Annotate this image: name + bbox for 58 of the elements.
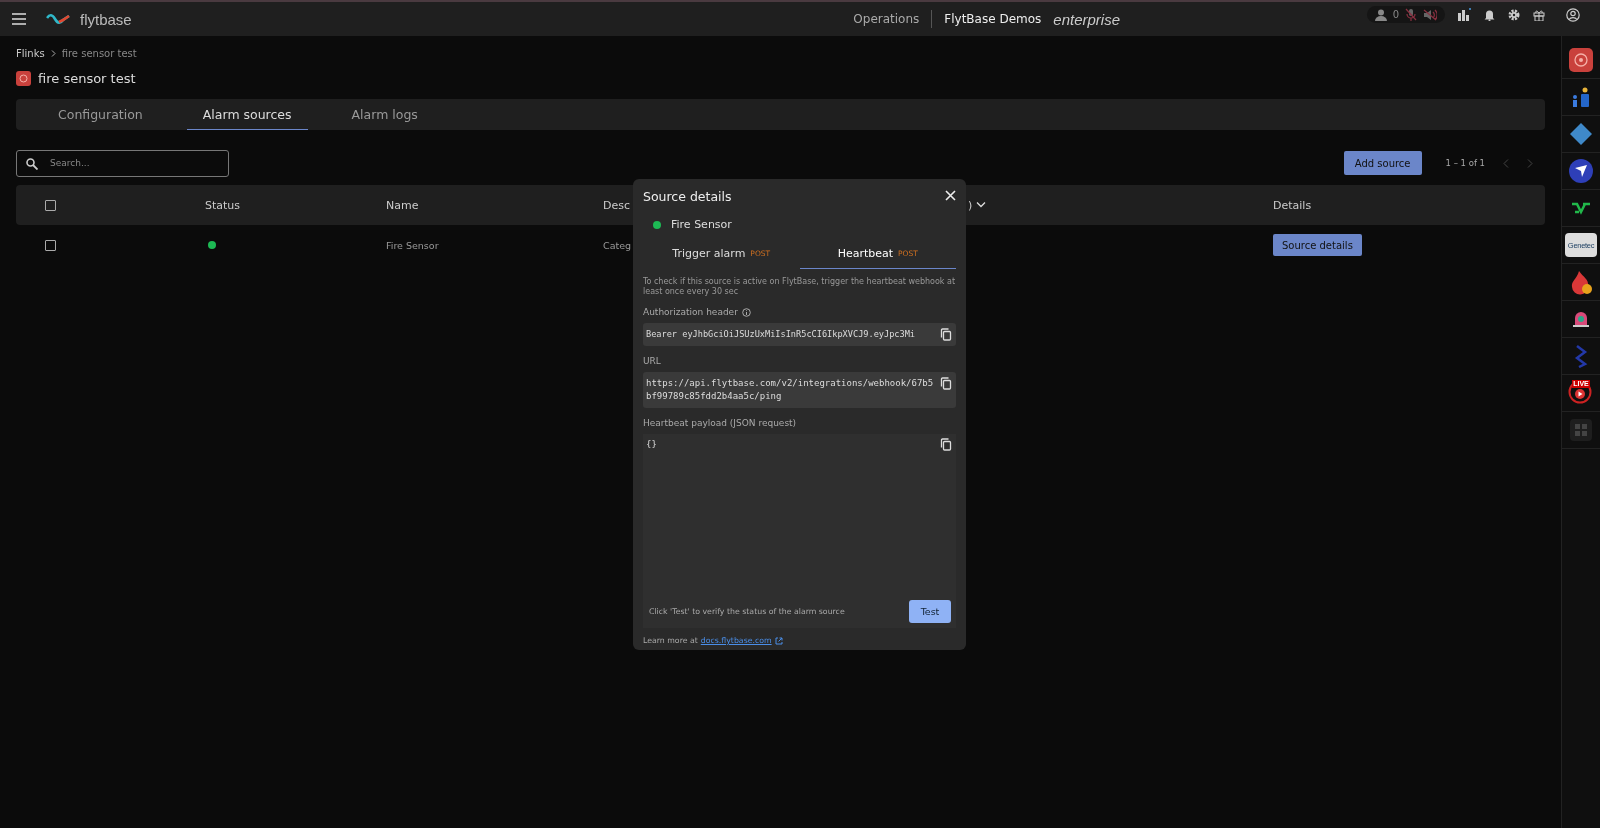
source-name: Fire Sensor [671, 218, 732, 231]
settings-icon[interactable] [1508, 8, 1520, 21]
organization-name[interactable]: FlytBase Demos [944, 12, 1042, 26]
copy-icon[interactable] [940, 377, 952, 390]
alarm-source-icon [16, 71, 31, 86]
wave-logo-icon [46, 13, 70, 25]
operations-link[interactable]: Operations [853, 12, 920, 26]
field-label: Authorization header [643, 307, 738, 317]
help-text: To check if this source is active on FlytBase, trigger the heartbeat webhook at least once every 30 sec [643, 277, 956, 297]
column-header: Details [1273, 198, 1313, 212]
chevron-down-icon[interactable] [976, 202, 987, 208]
breadcrumb-current: fire sensor test [61, 48, 137, 59]
info-icon[interactable] [741, 307, 751, 317]
flame-app-icon[interactable] [1569, 269, 1593, 295]
people-app-icon[interactable] [1570, 86, 1592, 108]
column-header: Status [205, 198, 242, 212]
field-label: Heartbeat payload (JSON request) [643, 418, 797, 428]
speaker-off-icon[interactable] [1423, 8, 1437, 21]
payload-field[interactable]: {} [646, 438, 936, 451]
source-details-button[interactable]: Source details [1273, 234, 1362, 256]
bell-icon[interactable] [1484, 8, 1495, 21]
menu-icon[interactable] [12, 13, 26, 25]
pagination-range: 1 – 1 of 1 [1445, 158, 1485, 168]
search-field[interactable]: Search... [16, 149, 229, 177]
status-pill[interactable]: 0 [1366, 6, 1445, 23]
account-icon[interactable] [1566, 7, 1580, 22]
user-count: 0 [1392, 9, 1399, 20]
table-cell-text: Categ [603, 239, 633, 251]
chart-icon[interactable] [1458, 8, 1471, 21]
gift-icon[interactable] [1533, 8, 1545, 21]
search-icon [26, 157, 38, 170]
wave-app-icon[interactable] [1571, 201, 1591, 215]
plan-name: enterprise [1053, 10, 1120, 28]
tab[interactable]: Alarm sources [186, 99, 308, 130]
select-all-checkbox[interactable] [45, 199, 56, 211]
tab[interactable]: Alarm logs [335, 99, 434, 130]
dialog-title: Source details [643, 189, 732, 204]
mic-off-icon[interactable] [1405, 8, 1417, 21]
brand-name: flytbase [80, 10, 132, 28]
table-cell-text: Fire Sensor [386, 239, 440, 251]
column-header: Name [386, 198, 420, 212]
test-button[interactable]: Test [909, 600, 951, 623]
row-checkbox[interactable] [45, 239, 56, 251]
user-icon [1374, 8, 1387, 21]
copy-icon[interactable] [940, 438, 952, 451]
external-link-icon[interactable] [774, 636, 783, 645]
add-source-button[interactable]: Add source [1343, 151, 1422, 175]
breadcrumb-link[interactable]: Flinks [16, 48, 45, 59]
tab[interactable]: Configuration [42, 99, 159, 130]
field-label: URL [643, 356, 661, 366]
page-title: fire sensor test [38, 71, 136, 86]
diamond-app-icon[interactable] [1569, 122, 1593, 146]
copy-icon[interactable] [940, 328, 952, 341]
column-header: Desc [603, 198, 632, 212]
alarm-app-icon[interactable] [1569, 48, 1593, 72]
column-header: ) [968, 198, 973, 212]
chevron-right-icon [50, 50, 56, 57]
send-app-icon[interactable] [1569, 159, 1593, 183]
